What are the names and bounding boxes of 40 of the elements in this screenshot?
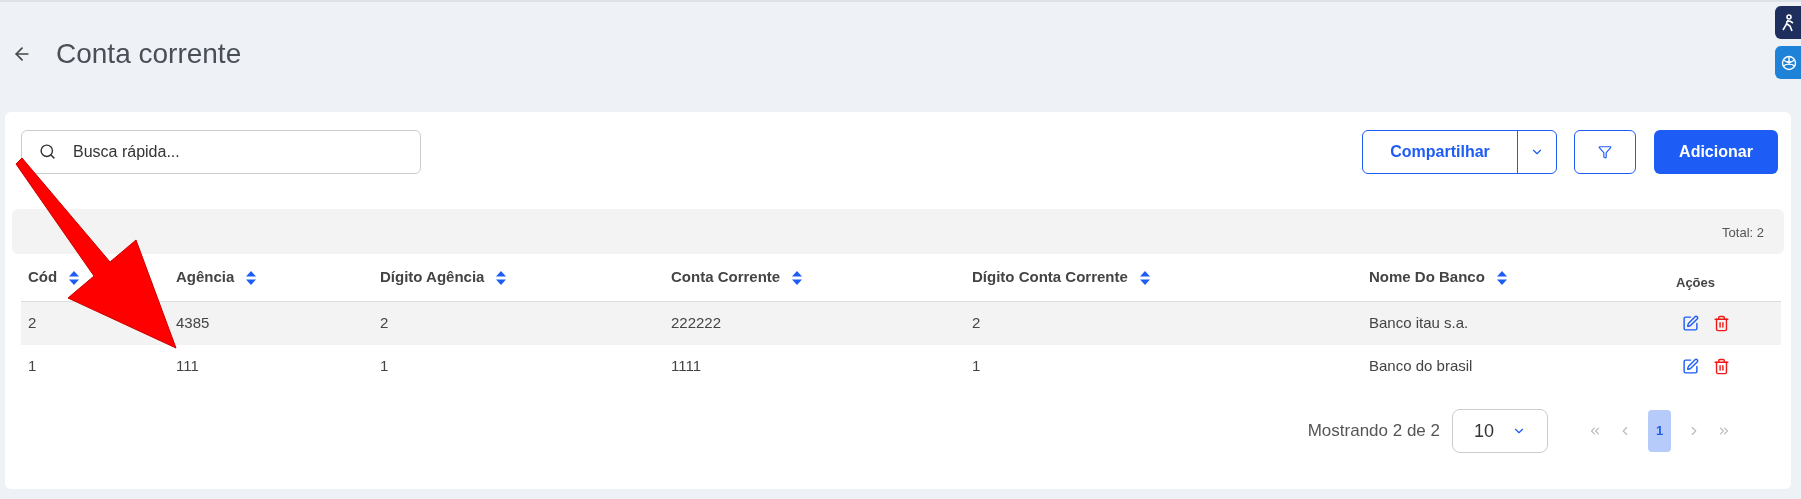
person-icon bbox=[1781, 13, 1795, 32]
sort-icon[interactable] bbox=[1496, 270, 1507, 285]
table-cell-text: 222222 bbox=[670, 313, 723, 334]
table-cell-text: 4385 bbox=[175, 313, 211, 334]
delete-icon[interactable] bbox=[1713, 358, 1730, 375]
sort-icon[interactable] bbox=[246, 270, 257, 285]
column-header: Cód bbox=[28, 267, 58, 288]
column-header: Dígito Conta Corrente bbox=[972, 267, 1128, 288]
sort-icon[interactable] bbox=[792, 270, 803, 285]
search-field[interactable]: Busca rápida... bbox=[21, 130, 421, 174]
table-cell-text: 1 bbox=[27, 356, 38, 377]
sort-icon[interactable] bbox=[1139, 270, 1150, 285]
table-cell-text: 1 bbox=[971, 356, 982, 377]
column-header: Conta Corrente bbox=[671, 267, 781, 288]
column-header: Agência bbox=[176, 267, 235, 288]
column-header: Ações bbox=[1676, 273, 1716, 292]
search-icon bbox=[39, 143, 56, 160]
sort-icon[interactable] bbox=[496, 270, 507, 285]
filter-icon bbox=[1598, 145, 1612, 159]
column-header: Dígito Agência bbox=[380, 267, 485, 288]
table-cell-text: Banco do brasil bbox=[1368, 356, 1474, 377]
table-cell-text: 2 bbox=[379, 313, 390, 334]
column-header: Nome Do Banco bbox=[1369, 267, 1485, 288]
page-title: Conta corrente bbox=[56, 37, 242, 71]
filter-button[interactable] bbox=[1574, 130, 1636, 174]
page-button[interactable]: 1 bbox=[1648, 410, 1671, 452]
table-cell-text: 2 bbox=[971, 313, 982, 334]
add-button[interactable]: Adicionar bbox=[1654, 130, 1778, 174]
table-cell-text: 111 bbox=[175, 356, 200, 377]
table-cell-text: 1 bbox=[379, 356, 390, 377]
edit-icon[interactable] bbox=[1682, 315, 1699, 332]
edit-icon[interactable] bbox=[1682, 358, 1699, 375]
pagination-info: Mostrando 2 de 2 bbox=[1307, 420, 1440, 443]
total-count: Total: 2 bbox=[1722, 223, 1764, 242]
table-cell-text: 1111 bbox=[670, 356, 703, 377]
sort-icon[interactable] bbox=[69, 270, 80, 285]
table-cell-text: Banco itau s.a. bbox=[1368, 313, 1470, 334]
table-cell-text: 2 bbox=[27, 313, 38, 334]
page-size-select[interactable]: 10 bbox=[1452, 409, 1548, 453]
delete-icon[interactable] bbox=[1713, 315, 1730, 332]
